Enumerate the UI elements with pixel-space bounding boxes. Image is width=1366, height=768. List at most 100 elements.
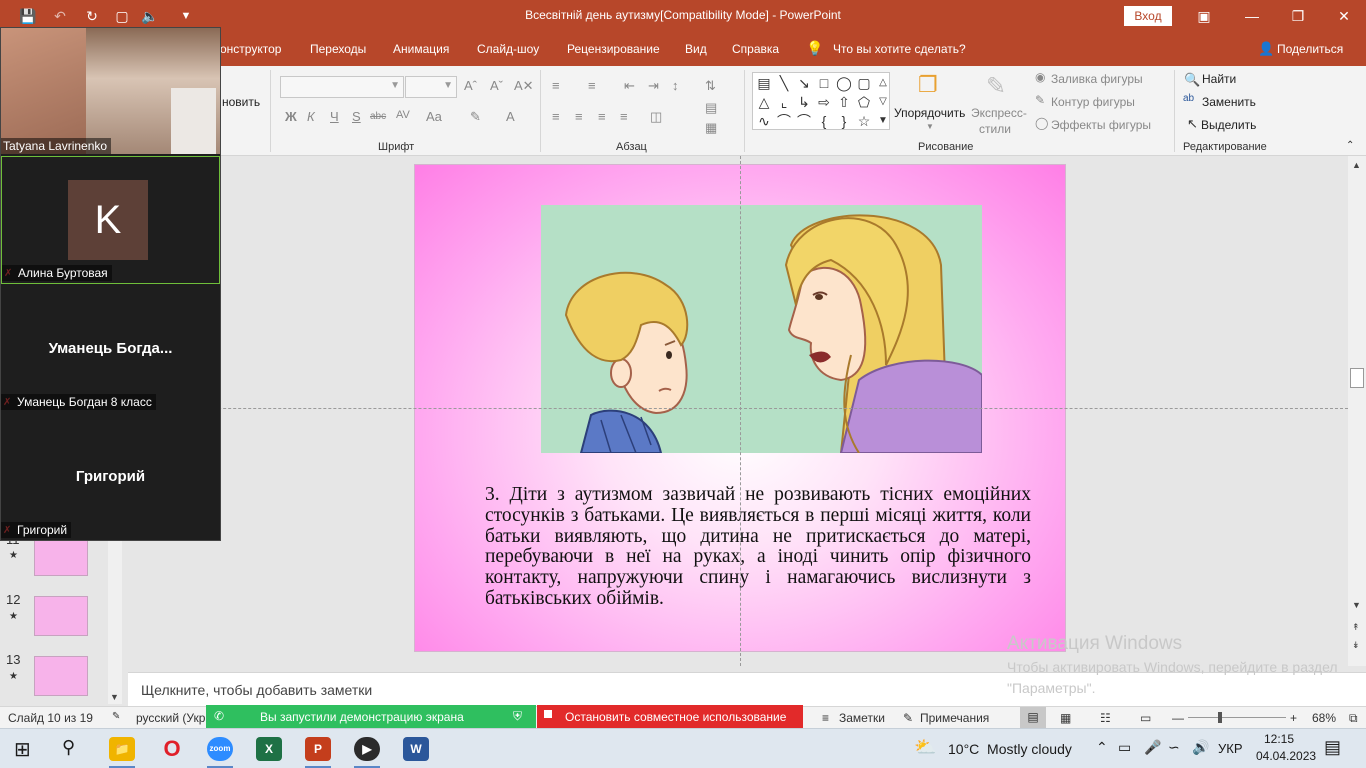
fit-to-window-icon[interactable]: ⧉ xyxy=(1349,711,1358,726)
right-arrow-shape-icon[interactable]: ⇨ xyxy=(815,94,833,110)
scroll-down-arrow-icon[interactable]: ▼ xyxy=(110,692,119,702)
connector-shape-icon[interactable]: ⌞ xyxy=(775,94,793,110)
shapes-gallery[interactable]: ▤ ╲ ↘ □ ◯ ▢ △ ⌞ ↳ ⇨ ⇧ ⬠ ∿ ⌒ ⌒ { } ☆ △ ▽ … xyxy=(752,72,890,130)
notifications-icon[interactable]: ▤ xyxy=(1324,737,1341,758)
tab-slideshow[interactable]: Слайд-шоу xyxy=(477,42,539,56)
curve-shape-icon[interactable]: ⌒ xyxy=(775,113,793,129)
vertical-scrollbar[interactable]: ▲ ▼ ↟ ↡ xyxy=(1348,156,1366,666)
decrease-indent-icon[interactable]: ⇤ xyxy=(624,78,635,94)
textbox-shape-icon[interactable]: ▤ xyxy=(755,75,773,91)
quick-styles-icon[interactable]: ✎ xyxy=(986,72,1006,101)
slide-body-text[interactable]: 3. Діти з аутизмом зазвичай не розвивают… xyxy=(485,484,1031,610)
weather-text[interactable]: 10°C Mostly cloudy xyxy=(948,741,1072,757)
next-slide-icon[interactable]: ↡ xyxy=(1352,640,1360,651)
comments-button[interactable]: Примечания xyxy=(920,711,989,725)
participant-tile[interactable]: Григорий ✗ Григорий xyxy=(1,412,220,540)
chevron-up-icon[interactable]: ⌃ xyxy=(1096,739,1108,756)
char-spacing-button[interactable]: AV xyxy=(396,109,410,121)
bold-button[interactable]: Ж xyxy=(285,109,297,124)
file-explorer-icon[interactable]: 📁 xyxy=(109,737,135,761)
reset-label[interactable]: новить xyxy=(222,95,260,109)
vertical-guide[interactable] xyxy=(740,156,741,666)
oval-shape-icon[interactable]: ◯ xyxy=(835,75,853,91)
align-center-icon[interactable]: ≡ xyxy=(575,109,583,124)
tab-design[interactable]: онструктор xyxy=(220,42,281,56)
replace-button[interactable]: Заменить xyxy=(1202,95,1256,109)
change-case-button[interactable]: Aa xyxy=(426,109,442,124)
zoom-in-icon[interactable]: + xyxy=(1290,711,1297,725)
quick-styles-label-2[interactable]: стили xyxy=(979,122,1011,136)
opera-icon[interactable]: O xyxy=(159,737,185,761)
slideshow-view-icon[interactable]: ▭ xyxy=(1140,711,1151,725)
slide-illustration[interactable] xyxy=(541,205,982,453)
triangle-shape-icon[interactable]: △ xyxy=(755,94,773,110)
shape-fill-button[interactable]: Заливка фигуры xyxy=(1051,72,1143,86)
clear-format-icon[interactable]: A✕ xyxy=(514,78,534,94)
grow-font-icon[interactable]: Aˆ xyxy=(464,78,477,93)
slide-sorter-icon[interactable]: ▦ xyxy=(1060,711,1071,725)
font-name-combo[interactable]: ▼ xyxy=(280,76,404,98)
scroll-down-icon[interactable]: ▽ xyxy=(874,94,892,110)
participant-tile[interactable]: Уманець Богда... ✗ Уманець Богдан 8 клас… xyxy=(1,284,220,412)
tab-animations[interactable]: Анимация xyxy=(393,42,449,56)
comments-icon[interactable]: ✎ xyxy=(903,711,913,725)
arrange-icon[interactable]: ❐ xyxy=(918,72,938,98)
participant-tile-active[interactable]: K ✗ Алина Буртовая xyxy=(1,156,220,284)
tell-me-search[interactable]: Что вы хотите сделать? xyxy=(833,42,966,56)
notes-placeholder[interactable]: Щелкните, чтобы добавить заметки xyxy=(141,682,372,698)
notes-button[interactable]: Заметки xyxy=(839,711,885,725)
zoom-icon[interactable]: zoom xyxy=(207,737,233,761)
align-left-icon[interactable]: ≡ xyxy=(552,109,560,124)
clock-time[interactable]: 12:15 xyxy=(1264,732,1294,746)
previous-slide-icon[interactable]: ↟ xyxy=(1352,622,1360,633)
wifi-icon[interactable]: ∽ xyxy=(1168,739,1180,756)
shadow-button[interactable]: S xyxy=(352,109,361,124)
stop-sharing-label[interactable]: Остановить совместное использование xyxy=(565,710,786,724)
scroll-thumb[interactable] xyxy=(1350,368,1364,388)
zoom-out-icon[interactable]: — xyxy=(1172,711,1184,725)
brace-left-shape-icon[interactable]: { xyxy=(815,113,833,129)
line-shape-icon[interactable]: ╲ xyxy=(775,75,793,91)
volume-icon[interactable]: 🔊 xyxy=(1192,739,1209,756)
media-player-icon[interactable]: ▶ xyxy=(354,737,380,761)
slide-thumbnail-11[interactable] xyxy=(34,536,88,576)
sign-in-button[interactable]: Вход xyxy=(1124,6,1172,26)
text-direction-icon[interactable]: ⇅ xyxy=(705,78,716,94)
tab-help[interactable]: Справка xyxy=(732,42,779,56)
share-button[interactable]: Поделиться xyxy=(1277,42,1343,56)
tab-transitions[interactable]: Переходы xyxy=(310,42,366,56)
up-arrow-shape-icon[interactable]: ⇧ xyxy=(835,94,853,110)
align-text-icon[interactable]: ▤ xyxy=(705,100,717,116)
underline-button[interactable]: Ч xyxy=(330,109,339,124)
font-color-button[interactable]: A xyxy=(506,109,515,124)
zoom-slider[interactable] xyxy=(1188,717,1286,718)
input-language[interactable]: УКР xyxy=(1218,741,1243,756)
rectangle-shape-icon[interactable]: □ xyxy=(815,75,833,91)
numbering-icon[interactable]: ≡ xyxy=(588,78,596,93)
horizontal-guide[interactable] xyxy=(128,408,1348,409)
tab-view[interactable]: Вид xyxy=(685,42,707,56)
collapse-ribbon-icon[interactable]: ⌃ xyxy=(1346,140,1354,151)
quick-styles-label-1[interactable]: Экспресс- xyxy=(971,106,1027,120)
columns-icon[interactable]: ◫ xyxy=(650,109,662,125)
zoom-level[interactable]: 68% xyxy=(1312,711,1336,725)
microphone-icon[interactable]: 🎤 xyxy=(1144,739,1161,756)
minimize-button[interactable]: — xyxy=(1234,4,1270,28)
strikethrough-button[interactable]: abc xyxy=(370,111,386,122)
close-button[interactable]: ✕ xyxy=(1326,4,1362,28)
reading-view-icon[interactable]: ☷ xyxy=(1100,711,1111,725)
excel-icon[interactable]: X xyxy=(256,737,282,761)
scroll-up-icon[interactable]: △ xyxy=(874,75,892,91)
bullets-icon[interactable]: ≡ xyxy=(552,78,560,93)
arrow-line-shape-icon[interactable]: ↘ xyxy=(795,75,813,91)
brace-right-shape-icon[interactable]: } xyxy=(835,113,853,129)
more-shapes-icon[interactable]: ▼ xyxy=(874,113,892,129)
clock-date[interactable]: 04.04.2023 xyxy=(1256,749,1316,763)
restore-button[interactable]: ❐ xyxy=(1280,4,1316,28)
line-spacing-icon[interactable]: ↕ xyxy=(672,78,679,93)
notes-icon[interactable]: ≡ xyxy=(822,711,829,725)
pentagon-shape-icon[interactable]: ⬠ xyxy=(855,94,873,110)
rounded-rect-shape-icon[interactable]: ▢ xyxy=(855,75,873,91)
find-button[interactable]: Найти xyxy=(1202,72,1236,86)
stop-sharing-button[interactable]: Остановить совместное использование xyxy=(537,705,803,729)
